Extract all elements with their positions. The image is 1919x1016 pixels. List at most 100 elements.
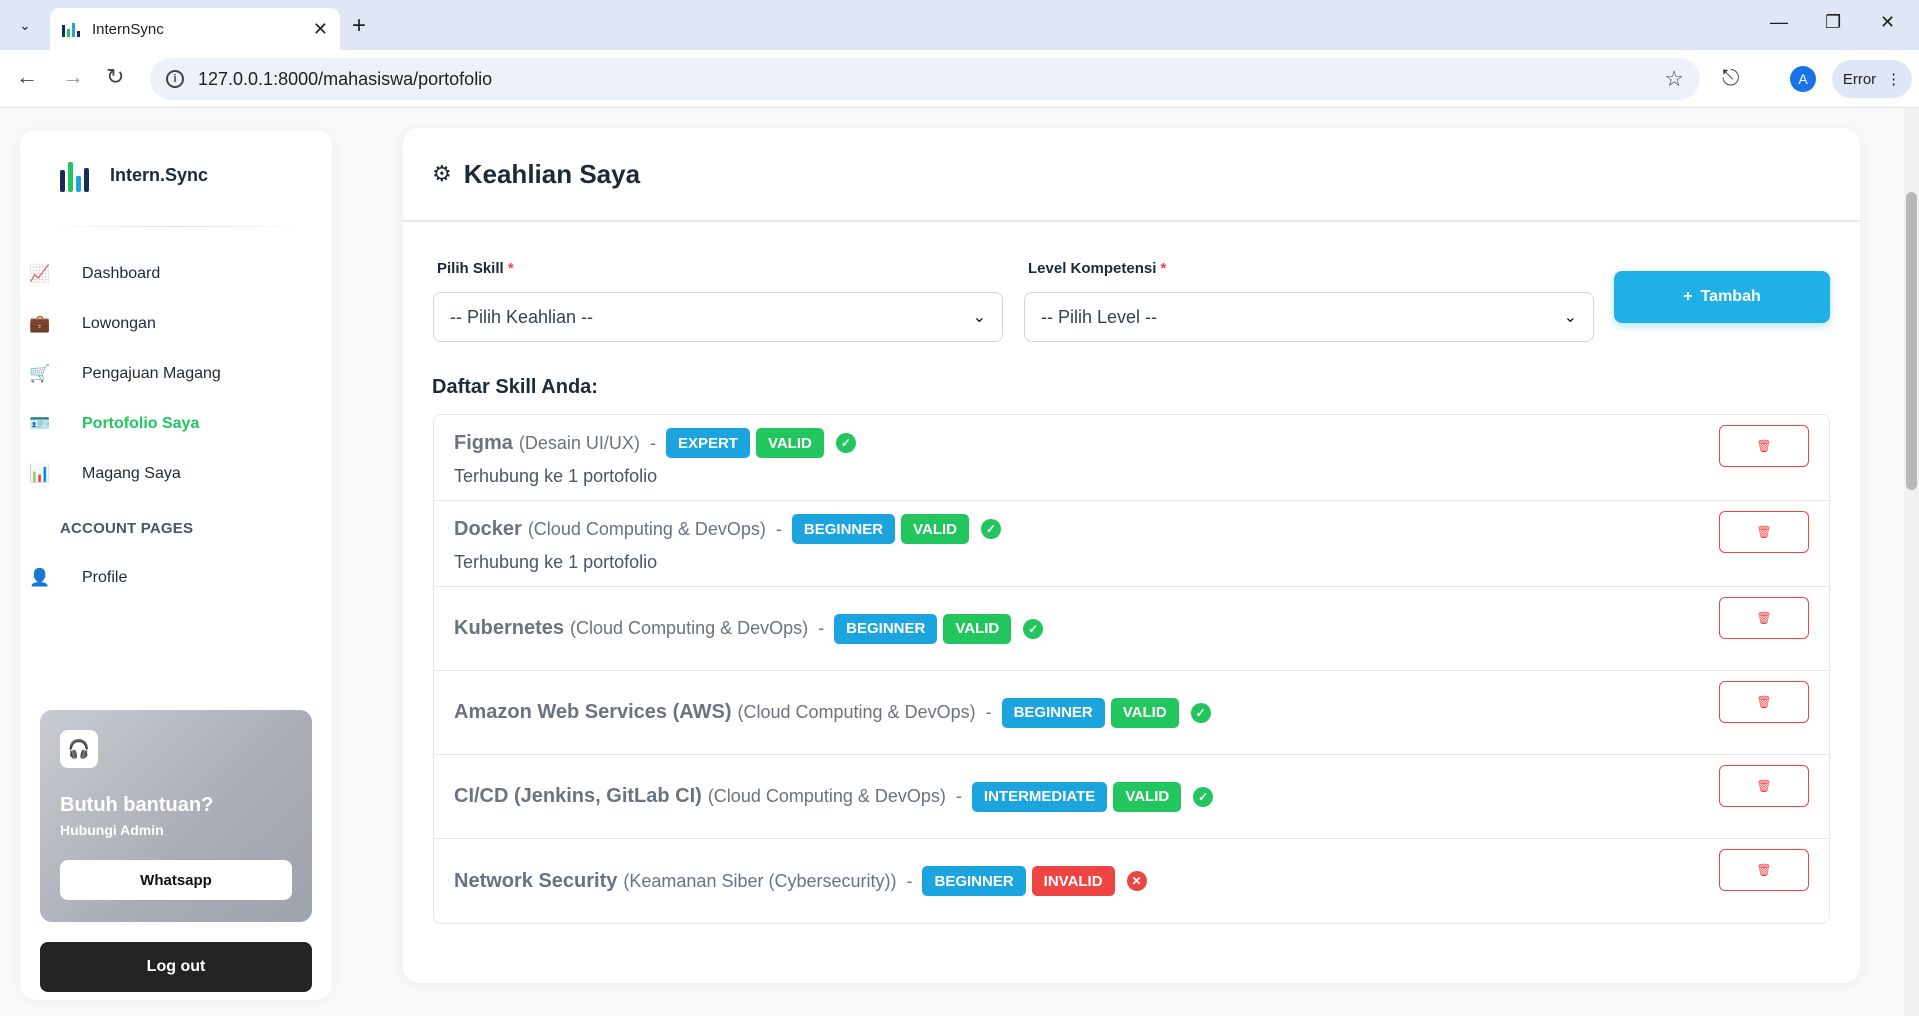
skill-name: CI/CD (Jenkins, GitLab CI)	[454, 785, 702, 807]
skill-select-value: -- Pilih Keahlian --	[450, 306, 594, 327]
bookmark-star-icon[interactable]: ☆	[1664, 66, 1684, 92]
separator: -	[906, 870, 913, 891]
scrollbar-thumb[interactable]	[1906, 192, 1917, 490]
cart-icon: 🛒	[29, 364, 51, 383]
check-circle-icon: ✓	[981, 519, 1001, 539]
level-badge: INTERMEDIATE	[971, 781, 1108, 812]
required-mark: *	[507, 260, 514, 277]
address-bar[interactable]: i 127.0.0.1:8000/mahasiswa/portofolio ☆	[150, 58, 1700, 100]
status-badge: INVALID	[1031, 866, 1115, 896]
profile-error-label: Error	[1842, 70, 1877, 88]
brand[interactable]: Intern.Sync	[60, 158, 208, 192]
favicon-icon	[62, 21, 82, 37]
list-item: Kubernetes (Cloud Computing & DevOps) - …	[434, 587, 1829, 671]
level-badge: EXPERT	[665, 428, 750, 458]
sidebar-item-label: Portofolio Saya	[82, 415, 200, 432]
sidebar-item-portofolio-saya[interactable]: 🪪 Portofolio Saya	[28, 404, 298, 444]
check-circle-icon: ✓	[1193, 786, 1214, 807]
minimize-icon[interactable]: —	[1770, 12, 1788, 33]
site-info-icon[interactable]: i	[166, 70, 184, 88]
trash-icon: 🗑	[1756, 863, 1772, 877]
chevron-down-icon: ⌄	[972, 309, 986, 326]
level-select[interactable]: -- Pilih Level -- ⌄	[1024, 292, 1594, 342]
extensions-icon[interactable]: ⎋	[1722, 65, 1739, 91]
kebab-menu-icon[interactable]: ⋮	[1886, 70, 1901, 88]
browser-tabbar: ⌄ InternSync ✕ + — ❐ ✕	[0, 0, 1919, 50]
url-text[interactable]: 127.0.0.1:8000/mahasiswa/portofolio	[198, 69, 1664, 90]
delete-button[interactable]: 🗑	[1719, 511, 1809, 553]
profile-error-button[interactable]: Error ⋮	[1832, 60, 1912, 98]
list-item: Docker (Cloud Computing & DevOps) - BEGI…	[434, 501, 1829, 587]
skills-card: ⚙ Keahlian Saya Pilih Skill * -- Pilih K…	[403, 128, 1860, 983]
add-button-label: Tambah	[1700, 288, 1761, 305]
level-badge: BEGINNER	[1001, 697, 1105, 728]
separator: -	[775, 518, 782, 539]
skill-name: Docker	[454, 517, 522, 540]
level-select-value: -- Pilih Level --	[1041, 306, 1158, 327]
close-tab-icon[interactable]: ✕	[313, 19, 328, 40]
trash-icon: 🗑	[1756, 439, 1772, 453]
level-label-text: Level Kompetensi	[1028, 260, 1157, 277]
sidebar-item-dashboard[interactable]: 📈 Dashboard	[28, 254, 298, 294]
x-circle-icon: ✕	[1126, 871, 1147, 891]
list-item: Network Security (Keamanan Siber (Cybers…	[434, 839, 1829, 923]
tab-list-icon[interactable]: ⌄	[10, 10, 40, 40]
delete-button[interactable]: 🗑	[1719, 849, 1809, 891]
reload-icon[interactable]: ↻	[106, 64, 124, 90]
skill-field-label: Pilih Skill *	[437, 260, 514, 277]
level-badge: BEGINNER	[922, 866, 1026, 896]
skill-name: Amazon Web Services (AWS)	[454, 701, 732, 723]
portfolio-link-note: Terhubung ke 1 portofolio	[454, 552, 658, 572]
browser-toolbar: ← → ↻ i 127.0.0.1:8000/mahasiswa/portofo…	[0, 50, 1919, 108]
sidebar-item-label: Profile	[82, 569, 128, 586]
forward-icon[interactable]: →	[62, 64, 84, 90]
restore-icon[interactable]: ❐	[1825, 12, 1841, 33]
help-card: 🎧 Butuh bantuan? Hubungi Admin Whatsapp	[40, 710, 312, 922]
brand-logo-icon	[60, 158, 100, 192]
delete-button[interactable]: 🗑	[1719, 597, 1809, 639]
briefcase-icon: 💼	[29, 314, 51, 333]
card-header: ⚙ Keahlian Saya	[403, 128, 1860, 222]
sidebar-item-lowongan[interactable]: 💼 Lowongan	[28, 304, 298, 344]
id-card-icon: 🪪	[29, 414, 51, 433]
sidebar-item-label: Lowongan	[82, 315, 156, 332]
level-badge: BEGINNER	[834, 613, 938, 644]
check-circle-icon: ✓	[1023, 618, 1044, 639]
whatsapp-button[interactable]: Whatsapp	[60, 860, 292, 900]
list-item: Amazon Web Services (AWS) (Cloud Computi…	[434, 671, 1829, 755]
trash-icon: 🗑	[1756, 611, 1772, 625]
portfolio-link-note: Terhubung ke 1 portofolio	[454, 466, 658, 486]
separator: -	[985, 702, 992, 722]
user-icon: 👤	[29, 568, 51, 587]
delete-button[interactable]: 🗑	[1719, 425, 1809, 467]
skill-category: (Cloud Computing & DevOps)	[570, 618, 809, 638]
skill-select[interactable]: -- Pilih Keahlian -- ⌄	[433, 292, 1003, 342]
level-field-label: Level Kompetensi *	[1028, 260, 1166, 277]
skill-list-title: Daftar Skill Anda:	[432, 376, 598, 398]
delete-button[interactable]: 🗑	[1719, 765, 1809, 807]
browser-tab[interactable]: InternSync ✕	[50, 8, 340, 50]
back-icon[interactable]: ←	[16, 64, 38, 90]
skill-category: (Keamanan Siber (Cybersecurity))	[623, 870, 897, 891]
list-item: Figma (Desain UI/UX) - EXPERT VALID ✓ Te…	[434, 415, 1829, 501]
chevron-down-icon: ⌄	[1563, 309, 1577, 326]
logout-button[interactable]: Log out	[40, 942, 312, 992]
help-subtitle: Hubungi Admin	[60, 822, 164, 838]
skill-category: (Cloud Computing & DevOps)	[737, 702, 976, 722]
skill-category: (Cloud Computing & DevOps)	[527, 518, 766, 539]
window-close-icon[interactable]: ✕	[1880, 12, 1895, 33]
separator: -	[818, 618, 825, 638]
sidebar-item-magang-saya[interactable]: 📊 Magang Saya	[28, 454, 298, 494]
skill-name: Kubernetes	[454, 617, 565, 639]
delete-button[interactable]: 🗑	[1719, 681, 1809, 723]
profile-avatar[interactable]: A	[1790, 66, 1816, 92]
add-skill-button[interactable]: + Tambah	[1614, 271, 1830, 323]
sidebar-item-label: Magang Saya	[82, 465, 181, 482]
brand-name: Intern.Sync	[110, 164, 209, 185]
status-badge: VALID	[943, 613, 1012, 644]
status-badge: VALID	[901, 514, 969, 544]
sidebar-item-profile[interactable]: 👤 Profile	[28, 558, 298, 598]
sidebar-item-pengajuan-magang[interactable]: 🛒 Pengajuan Magang	[28, 354, 298, 394]
new-tab-icon[interactable]: +	[352, 12, 366, 40]
page-title: Keahlian Saya	[463, 158, 641, 189]
